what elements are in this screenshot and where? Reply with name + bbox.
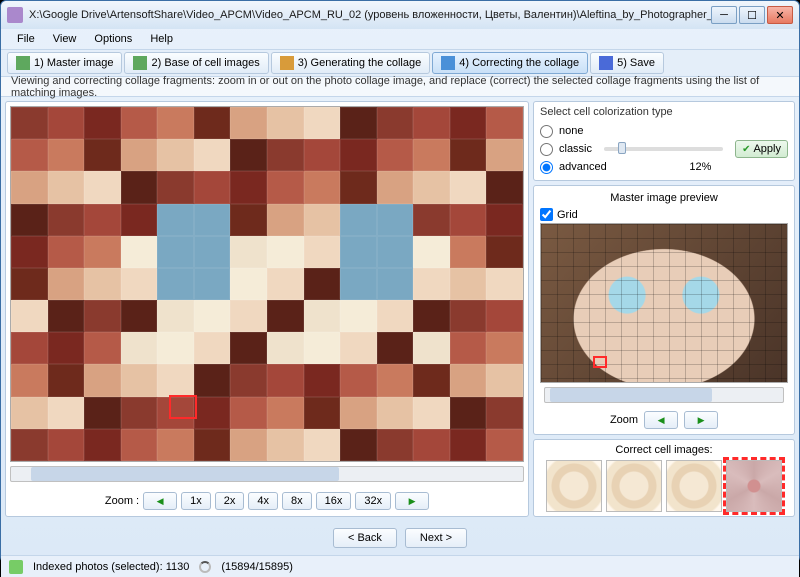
status-progress: (15894/15895) (221, 561, 293, 573)
cell-candidate-3[interactable] (666, 460, 722, 512)
zoom-label: Zoom : (105, 495, 139, 507)
spinner-icon (199, 561, 211, 573)
step-tabs: 1) Master image 2) Base of cell images 3… (1, 49, 799, 77)
apply-label: Apply (753, 143, 781, 155)
collage-pane: Zoom : 1x 2x 4x 8x 16x 32x (5, 101, 529, 517)
cube-icon (441, 56, 455, 70)
tab-master-image[interactable]: 1) Master image (7, 52, 122, 74)
save-icon (599, 56, 613, 70)
photos-icon (9, 560, 23, 574)
instruction-text: Viewing and correcting collage fragments… (11, 75, 789, 99)
tab-label: 4) Correcting the collage (459, 57, 579, 69)
grid-label: Grid (557, 209, 578, 221)
tab-label: 3) Generating the collage (298, 57, 422, 69)
tab-label: 2) Base of cell images (151, 57, 259, 69)
app-window: X:\Google Drive\ArtensoftShare\Video_APC… (0, 0, 800, 563)
preview-zoom-in[interactable] (684, 411, 718, 429)
radio-none[interactable] (540, 125, 553, 138)
panel-title: Correct cell images: (540, 444, 788, 456)
minimize-button[interactable]: ─ (711, 6, 737, 24)
image-icon (16, 56, 30, 70)
menu-help[interactable]: Help (142, 31, 181, 47)
collage-scrollbar[interactable] (10, 466, 524, 482)
zoom-16x-button[interactable]: 16x (316, 492, 352, 510)
wand-icon (280, 56, 294, 70)
zoom-4x-button[interactable]: 4x (248, 492, 278, 510)
colorization-panel: Select cell colorization type none class… (533, 101, 795, 181)
titlebar: X:\Google Drive\ArtensoftShare\Video_APC… (1, 1, 799, 29)
radio-label: classic (559, 143, 592, 155)
zoom-8x-button[interactable]: 8x (282, 492, 312, 510)
cell-images-panel: Correct cell images: (533, 439, 795, 517)
zoom-2x-button[interactable]: 2x (215, 492, 245, 510)
tab-base-cell-images[interactable]: 2) Base of cell images (124, 52, 268, 74)
zoom-out-button[interactable] (143, 492, 177, 510)
preview-scrollbar[interactable] (544, 387, 784, 403)
preview-zoom-label: Zoom (610, 414, 638, 426)
colorization-slider[interactable] (604, 147, 723, 151)
back-button[interactable]: < Back (333, 528, 397, 548)
status-indexed: Indexed photos (selected): 1130 (33, 561, 189, 573)
collage-viewport[interactable] (10, 106, 524, 462)
apply-button[interactable]: Apply (735, 140, 788, 158)
zoom-controls: Zoom : 1x 2x 4x 8x 16x 32x (6, 486, 528, 516)
grid-overlay (541, 224, 787, 382)
next-button[interactable]: Next > (405, 528, 467, 548)
maximize-button[interactable]: ☐ (739, 6, 765, 24)
radio-advanced[interactable] (540, 161, 553, 174)
selected-cell-marker (169, 395, 197, 419)
zoom-in-button[interactable] (395, 492, 429, 510)
grid-checkbox[interactable] (540, 208, 553, 221)
cell-candidate-4-selected[interactable] (726, 460, 782, 512)
cell-candidate-2[interactable] (606, 460, 662, 512)
radio-label: none (559, 125, 583, 137)
slider-percent: 12% (613, 161, 788, 173)
tab-label: 1) Master image (34, 57, 113, 69)
panel-title: Master image preview (540, 190, 788, 206)
tab-label: 5) Save (617, 57, 655, 69)
tab-generating-collage[interactable]: 3) Generating the collage (271, 52, 431, 74)
menu-view[interactable]: View (45, 31, 85, 47)
zoom-32x-button[interactable]: 32x (355, 492, 391, 510)
preview-zoom-out[interactable] (644, 411, 678, 429)
close-button[interactable]: ✕ (767, 6, 793, 24)
panel-title: Select cell colorization type (540, 106, 788, 118)
preview-viewport[interactable] (540, 223, 788, 383)
menubar: File View Options Help (1, 29, 799, 49)
zoom-1x-button[interactable]: 1x (181, 492, 211, 510)
radio-classic[interactable] (540, 143, 553, 156)
window-title: X:\Google Drive\ArtensoftShare\Video_APC… (29, 9, 711, 21)
menu-options[interactable]: Options (86, 31, 140, 47)
grid-icon (133, 56, 147, 70)
wizard-nav: < Back Next > (1, 521, 799, 555)
menu-file[interactable]: File (9, 31, 43, 47)
app-icon (7, 7, 23, 23)
tab-correcting-collage[interactable]: 4) Correcting the collage (432, 52, 588, 74)
radio-label: advanced (559, 161, 607, 173)
instruction-bar: Viewing and correcting collage fragments… (1, 77, 799, 97)
preview-selected-cell (593, 356, 607, 368)
cell-candidate-1[interactable] (546, 460, 602, 512)
preview-panel: Master image preview Grid Zoom (533, 185, 795, 435)
statusbar: Indexed photos (selected): 1130 (15894/1… (1, 555, 799, 577)
tab-save[interactable]: 5) Save (590, 52, 664, 74)
